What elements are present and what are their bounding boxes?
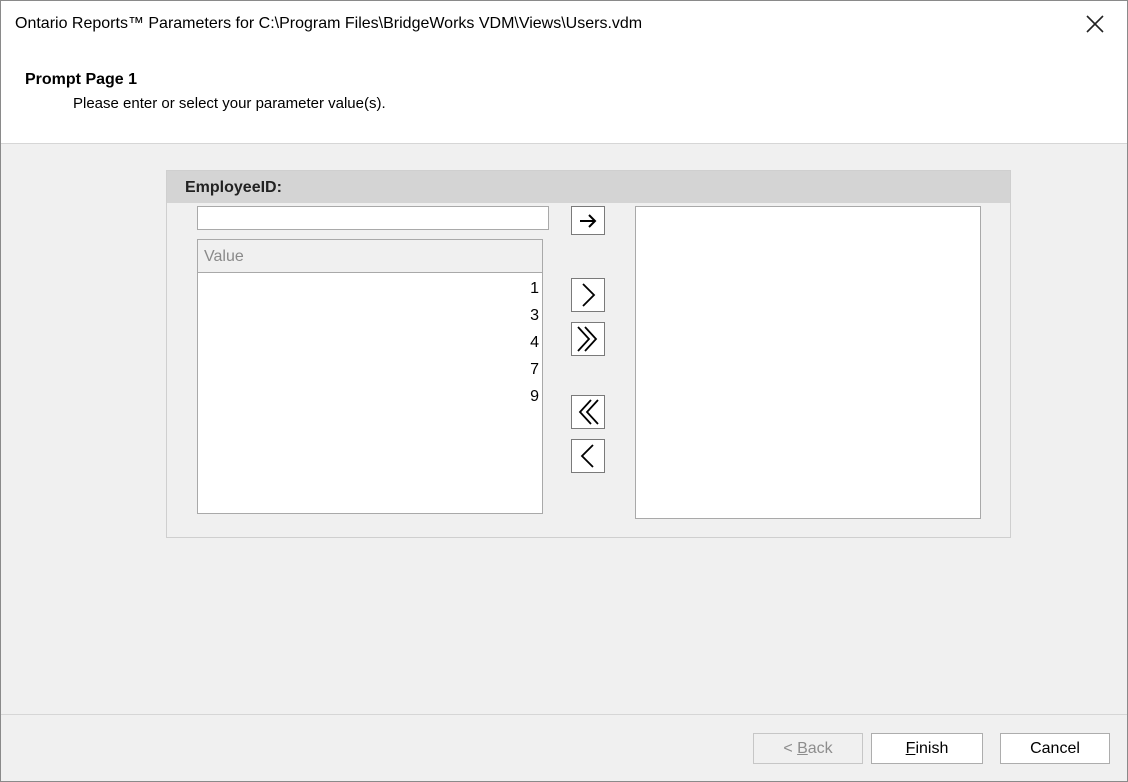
double-chevron-right-icon bbox=[577, 326, 598, 352]
parameters-dialog: Ontario Reports™ Parameters for C:\Progr… bbox=[0, 0, 1128, 782]
window-title: Ontario Reports™ Parameters for C:\Progr… bbox=[15, 15, 643, 32]
add-all-button[interactable] bbox=[571, 322, 605, 356]
page-subtitle: Please enter or select your parameter va… bbox=[73, 95, 386, 112]
list-item[interactable]: 7 bbox=[198, 357, 542, 384]
parameter-panel: EmployeeID: Value 13479 bbox=[166, 170, 1011, 538]
close-button[interactable] bbox=[1063, 1, 1127, 47]
parameter-label: EmployeeID: bbox=[185, 179, 282, 196]
double-chevron-left-icon bbox=[578, 399, 599, 425]
finish-button-rest: inish bbox=[915, 739, 949, 757]
cancel-button[interactable]: Cancel bbox=[1000, 733, 1110, 764]
finish-button-accel: F bbox=[905, 739, 916, 757]
finish-button[interactable]: Finish bbox=[871, 733, 983, 764]
title-bar: Ontario Reports™ Parameters for C:\Progr… bbox=[1, 1, 1127, 47]
page-title: Prompt Page 1 bbox=[25, 71, 138, 88]
value-column-header[interactable]: Value bbox=[198, 240, 542, 273]
value-column-header-label: Value bbox=[204, 248, 244, 265]
list-item[interactable]: 9 bbox=[198, 384, 542, 411]
back-button-accel: B bbox=[797, 739, 808, 757]
list-item[interactable]: 3 bbox=[198, 303, 542, 330]
parameter-value-input[interactable] bbox=[197, 206, 549, 230]
back-button[interactable]: < Back bbox=[753, 733, 863, 764]
back-button-prefix: < bbox=[783, 739, 798, 757]
add-typed-value-button[interactable] bbox=[571, 206, 605, 235]
close-icon bbox=[1086, 15, 1104, 33]
selected-values-list[interactable] bbox=[635, 206, 981, 519]
add-selected-button[interactable] bbox=[571, 278, 605, 312]
remove-selected-button[interactable] bbox=[571, 439, 605, 473]
parameter-header: EmployeeID: bbox=[167, 171, 1010, 203]
arrow-right-icon bbox=[580, 213, 597, 228]
list-item[interactable]: 4 bbox=[198, 330, 542, 357]
dialog-footer: < Back Finish Cancel bbox=[1, 714, 1127, 781]
available-items: 13479 bbox=[198, 276, 542, 411]
prompt-header: Prompt Page 1 Please enter or select you… bbox=[1, 47, 1127, 144]
chevron-right-icon bbox=[582, 283, 596, 307]
back-button-rest: ack bbox=[807, 739, 833, 757]
available-values-list[interactable]: Value 13479 bbox=[197, 239, 543, 514]
cancel-button-label: Cancel bbox=[1030, 739, 1080, 757]
list-item[interactable]: 1 bbox=[198, 276, 542, 303]
chevron-left-icon bbox=[580, 444, 594, 468]
remove-all-button[interactable] bbox=[571, 395, 605, 429]
